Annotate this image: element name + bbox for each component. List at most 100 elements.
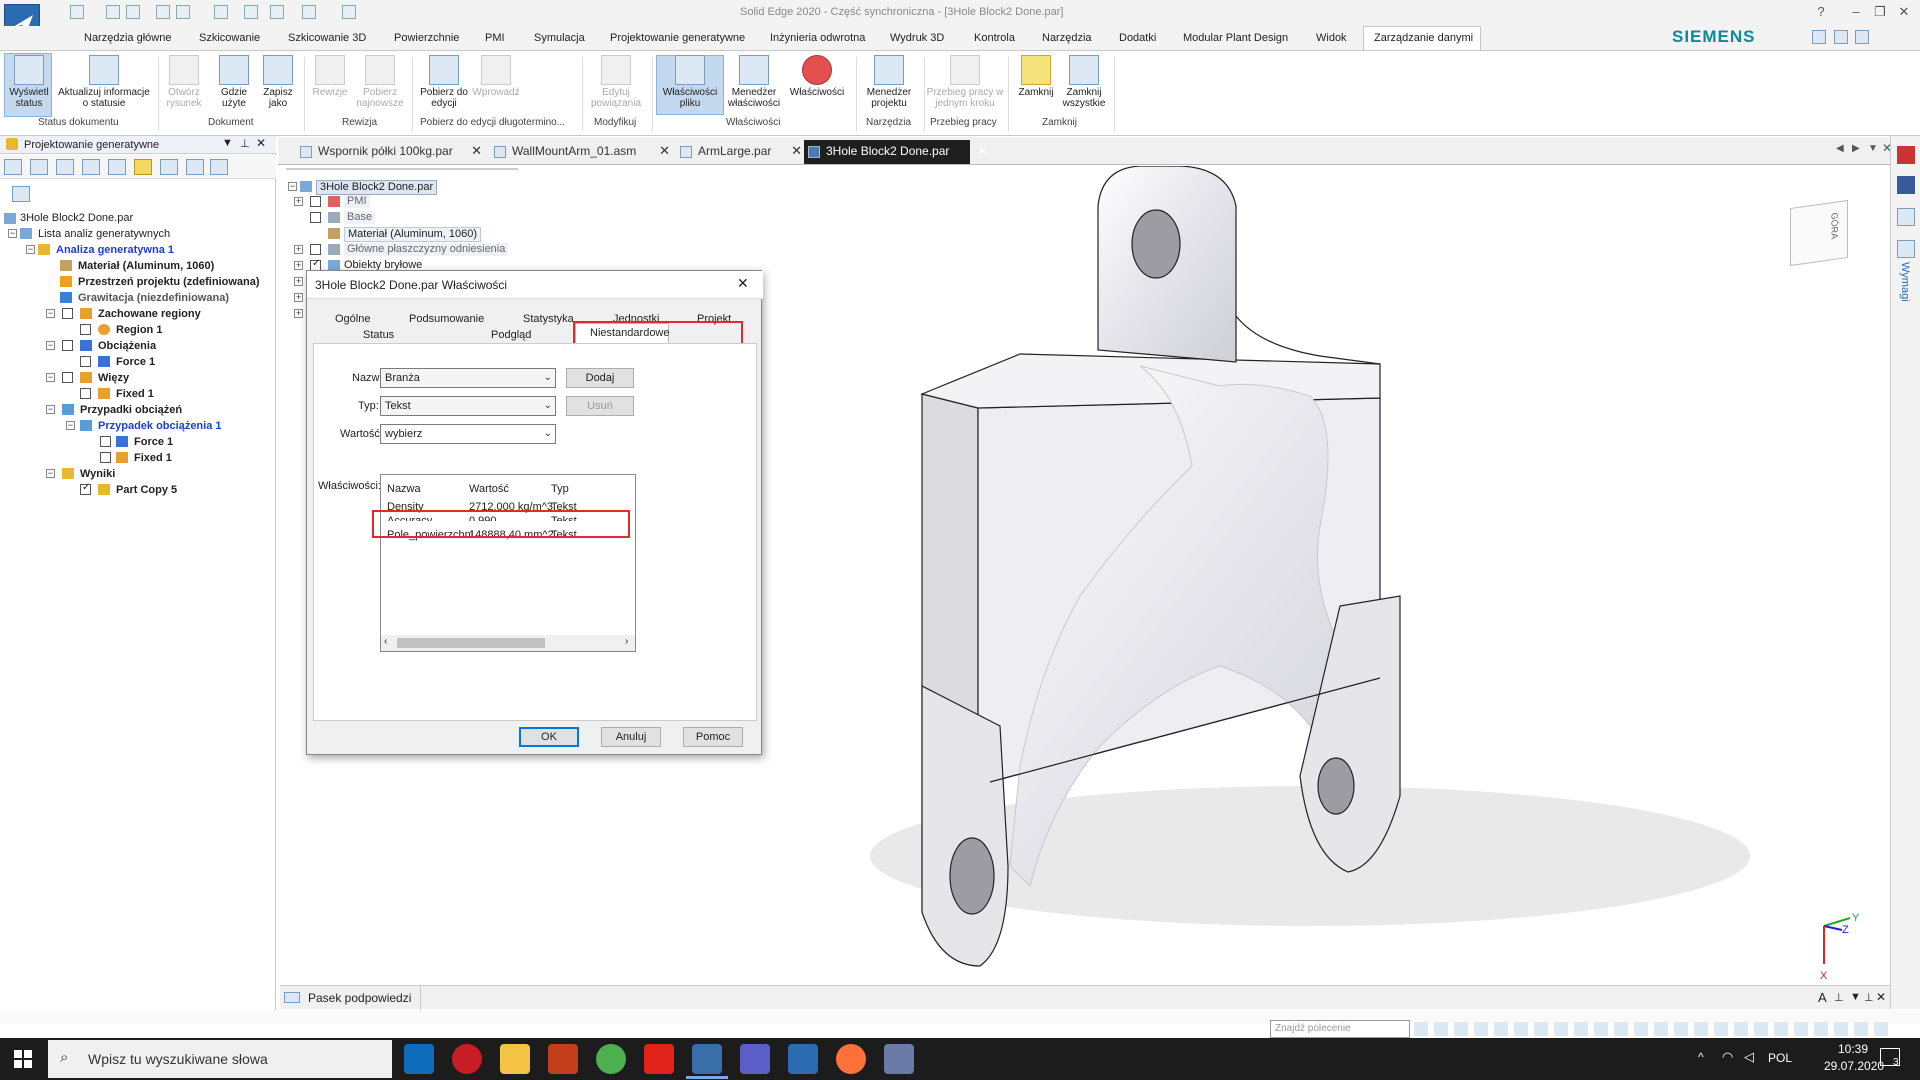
checkbox[interactable] bbox=[80, 324, 91, 335]
tool-icon-2[interactable] bbox=[30, 159, 48, 175]
col-header-value[interactable]: Wartość bbox=[469, 483, 509, 495]
get-latest-button[interactable]: Pobierz najnowsze bbox=[352, 55, 408, 109]
vt-reference-planes[interactable]: Główne płaszczyzny odniesienia bbox=[344, 243, 509, 256]
collapse-icon[interactable]: − bbox=[46, 341, 55, 350]
youtube-icon[interactable] bbox=[1897, 146, 1915, 164]
help-icon[interactable]: ? bbox=[1813, 4, 1829, 20]
powerpoint-icon[interactable] bbox=[548, 1044, 578, 1074]
3d-model[interactable] bbox=[840, 166, 1820, 984]
checkbox-checked[interactable] bbox=[80, 482, 91, 495]
scroll-left-icon[interactable]: ‹ bbox=[384, 636, 387, 647]
collapse-icon[interactable]: − bbox=[46, 373, 55, 382]
expand-icon[interactable]: + bbox=[294, 293, 303, 302]
open-drawing-button[interactable]: Otwórz rysunek bbox=[164, 55, 204, 109]
tab-widok[interactable]: Widok bbox=[1316, 32, 1347, 44]
redo-icon[interactable] bbox=[302, 5, 316, 19]
vt-pmi[interactable]: PMI bbox=[344, 195, 370, 208]
checkbox[interactable] bbox=[80, 356, 91, 367]
tool-icon-5[interactable] bbox=[108, 159, 126, 175]
tool-icon-9[interactable] bbox=[210, 159, 228, 175]
requirements-icon[interactable] bbox=[1897, 240, 1915, 258]
update-status-button[interactable]: Aktualizuj informacje o statusie bbox=[56, 55, 152, 109]
properties-button[interactable]: Właściwości bbox=[786, 55, 848, 98]
windows-icon[interactable] bbox=[1834, 30, 1848, 44]
tree-item-results[interactable]: Wyniki bbox=[80, 467, 115, 481]
file-explorer-icon[interactable] bbox=[500, 1044, 530, 1074]
tree-item-fixed-1[interactable]: Fixed 1 bbox=[134, 451, 172, 465]
collapse-icon[interactable]: − bbox=[66, 421, 75, 430]
taskbar-search[interactable]: ⌕ Wpisz tu wyszukiwane słowa bbox=[48, 1040, 392, 1078]
help-button[interactable]: Pomoc bbox=[683, 727, 743, 747]
close-button[interactable]: Zamknij bbox=[1012, 55, 1060, 98]
expand-icon[interactable]: + bbox=[294, 245, 303, 254]
opera-icon[interactable] bbox=[452, 1044, 482, 1074]
panel-icon[interactable] bbox=[1897, 208, 1915, 226]
clock-time[interactable]: 10:39 bbox=[1838, 1042, 1868, 1056]
outlook-icon[interactable] bbox=[404, 1044, 434, 1074]
col-header-name[interactable]: Nazwa bbox=[387, 483, 421, 495]
tree-item-constraints[interactable]: Więzy bbox=[98, 371, 129, 385]
language-indicator[interactable]: POL bbox=[1768, 1051, 1792, 1065]
tree-item-analysis-list[interactable]: Lista analiz generatywnych bbox=[38, 227, 170, 241]
tab-zarzadzanie-danymi[interactable]: Zarządzanie danymi bbox=[1363, 26, 1481, 51]
checkbox[interactable] bbox=[310, 212, 321, 223]
expand-icon[interactable]: + bbox=[294, 261, 303, 270]
collapse-icon[interactable]: − bbox=[288, 182, 297, 191]
close-tab-icon[interactable]: ✕ bbox=[659, 140, 670, 162]
vt-material[interactable]: Materiał (Aluminum, 1060) bbox=[344, 227, 481, 242]
tree-item-load-cases[interactable]: Przypadki obciążeń bbox=[80, 403, 182, 417]
view-cube[interactable]: GÓRA bbox=[1790, 199, 1848, 267]
save-all-icon[interactable] bbox=[176, 5, 190, 19]
tree-item-part-copy-5[interactable]: Part Copy 5 bbox=[116, 483, 177, 497]
tool-icon-8[interactable] bbox=[186, 159, 204, 175]
value-combobox[interactable]: wybierz ⌄ bbox=[380, 424, 556, 444]
windows-start-icon[interactable] bbox=[14, 1050, 32, 1068]
tree-item-region-1[interactable]: Region 1 bbox=[116, 323, 162, 337]
expand-icon[interactable]: + bbox=[294, 277, 303, 286]
name-combobox[interactable]: Branża ⌄ bbox=[380, 368, 556, 388]
dialog-close-icon[interactable]: ✕ bbox=[737, 275, 749, 292]
tool-icon-1[interactable] bbox=[4, 159, 22, 175]
tab-szkicowanie-3d[interactable]: Szkicowanie 3D bbox=[288, 32, 366, 44]
collapse-icon[interactable]: − bbox=[46, 469, 55, 478]
tool-icon-3[interactable] bbox=[56, 159, 74, 175]
minimize-icon[interactable]: – bbox=[1848, 4, 1864, 20]
open-file-icon[interactable] bbox=[106, 5, 120, 19]
close-all-button[interactable]: Zamknij wszystkie bbox=[1060, 55, 1108, 109]
tab-inzynieria-odwrotna[interactable]: Inżynieria odwrotna bbox=[770, 32, 865, 44]
expand-icon[interactable]: + bbox=[294, 309, 303, 318]
restore-icon[interactable]: ❐ bbox=[1872, 4, 1888, 20]
checkbox[interactable] bbox=[310, 244, 321, 255]
tool-icon-4[interactable] bbox=[82, 159, 100, 175]
document-icon[interactable] bbox=[244, 5, 258, 19]
delete-button[interactable]: Usuń bbox=[566, 396, 634, 416]
pin-icon[interactable]: ⊥ bbox=[1864, 991, 1874, 1004]
checkbox[interactable] bbox=[62, 372, 73, 383]
vt-base[interactable]: Base bbox=[344, 211, 376, 224]
scrollbar-thumb[interactable] bbox=[397, 638, 545, 648]
close-icon[interactable]: ✕ bbox=[1876, 990, 1886, 1004]
save-as-button[interactable]: Zapisz jako bbox=[258, 55, 298, 109]
collapse-icon[interactable]: − bbox=[26, 245, 35, 254]
close-panel-icon[interactable]: ✕ bbox=[256, 136, 266, 150]
col-header-type[interactable]: Typ bbox=[551, 483, 569, 495]
edit-links-button[interactable]: Edytuj powiązania bbox=[586, 55, 646, 109]
tab-wydruk-3d[interactable]: Wydruk 3D bbox=[890, 32, 944, 44]
tree-item-force-1[interactable]: Force 1 bbox=[134, 435, 173, 449]
volume-icon[interactable]: ◁ bbox=[1744, 1049, 1754, 1065]
tab-projektowanie-generatywne[interactable]: Projektowanie generatywne bbox=[610, 32, 745, 44]
type-combobox[interactable]: Tekst ⌄ bbox=[380, 396, 556, 416]
firefox-icon[interactable] bbox=[836, 1044, 866, 1074]
check-in-button[interactable]: Wprowadź bbox=[468, 55, 524, 98]
clock-date[interactable]: 29.07.2020 bbox=[1824, 1059, 1884, 1073]
font-size-icon[interactable]: A bbox=[1818, 990, 1827, 1005]
undo-icon[interactable] bbox=[270, 5, 284, 19]
tree-item-root[interactable]: 3Hole Block2 Done.par bbox=[20, 211, 133, 225]
tab-status[interactable]: Status bbox=[363, 329, 394, 341]
tab-narzedzia-glowne[interactable]: Narzędzia główne bbox=[84, 32, 171, 44]
tab-general[interactable]: Ogólne bbox=[335, 313, 370, 325]
tree-item-load-case-1[interactable]: Przypadek obciążenia 1 bbox=[98, 419, 222, 433]
solid-edge-icon[interactable] bbox=[788, 1044, 818, 1074]
tab-narzedzia[interactable]: Narzędzia bbox=[1042, 32, 1092, 44]
layout-icon[interactable] bbox=[1812, 30, 1826, 44]
